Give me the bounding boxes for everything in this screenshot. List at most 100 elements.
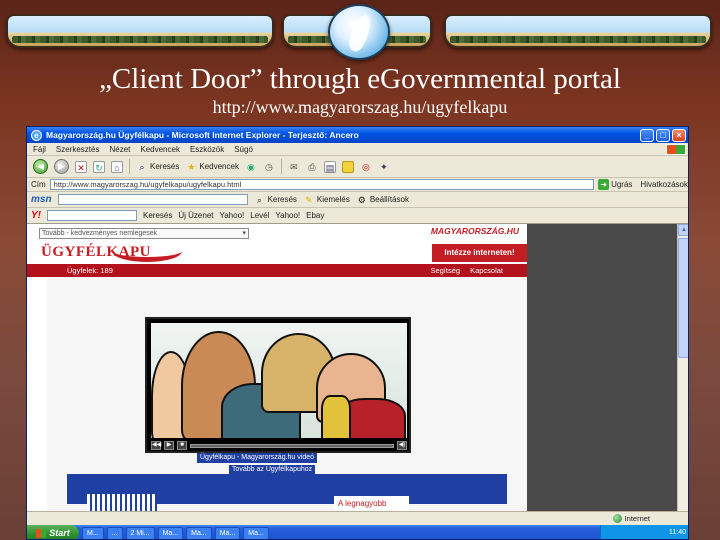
scroll-up-icon[interactable]: ▲ <box>678 224 688 236</box>
scroll-thumb[interactable] <box>678 238 688 358</box>
address-bar: Cím http://www.magyarorszag.hu/ugyfelkap… <box>27 178 688 192</box>
site-name[interactable]: MAGYARORSZÁG.HU <box>431 226 519 236</box>
emblem-icon <box>328 4 390 60</box>
yahoo-link[interactable]: Yahoo! <box>219 211 244 220</box>
search-button[interactable]: ⌕ Keresés <box>136 161 179 173</box>
taskbar-item[interactable]: Ma... <box>243 526 269 539</box>
globe-icon <box>612 514 622 523</box>
close-button[interactable]: × <box>672 128 686 142</box>
msn-highlight-button[interactable]: ✎ Kiemelés <box>303 194 350 206</box>
redbar-left: Ügyfelek: 189 <box>67 266 113 275</box>
media-icon[interactable]: ◉ <box>245 161 257 173</box>
stop-icon[interactable]: ✕ <box>75 160 87 173</box>
msn-search-button[interactable]: ⌕ Keresés <box>254 194 297 206</box>
msn-options-button[interactable]: ⚙ Beállítások <box>356 194 409 206</box>
ie-logo-icon: e <box>31 129 42 141</box>
system-tray-clock[interactable]: 11:40 <box>600 525 688 539</box>
logo-swoosh-icon <box>112 240 182 262</box>
minimize-button[interactable]: _ <box>640 128 654 142</box>
start-button[interactable]: Start <box>27 525 79 539</box>
volume-icon[interactable]: ◀) <box>397 441 407 450</box>
taskbar-item[interactable]: Ma... <box>186 526 212 539</box>
gear-icon: ⚙ <box>357 194 366 205</box>
back-icon[interactable]: ◀ <box>33 159 48 174</box>
vertical-scrollbar[interactable]: ▲ <box>677 224 688 511</box>
slide-banner <box>0 0 720 62</box>
msn-search-input[interactable] <box>57 194 248 205</box>
home-icon[interactable]: ⌂ <box>111 160 123 173</box>
windows-logo-icon <box>666 143 686 155</box>
edit-icon[interactable]: ▤ <box>323 160 336 173</box>
yahoo-search-input[interactable] <box>47 210 137 221</box>
news-box[interactable]: A legnagyobb <box>334 496 409 511</box>
start-label: Start <box>49 528 70 538</box>
banner-landscape-right <box>444 14 712 48</box>
print-icon[interactable]: ⎙ <box>306 161 318 173</box>
menu-file[interactable]: Fájl <box>33 145 46 154</box>
contact-link[interactable]: Kapcsolat <box>470 264 503 277</box>
highlight-icon: ✎ <box>305 194 313 205</box>
site-nav-bar: Ügyfelek: 189 Segítség Kapcsolat <box>27 264 527 277</box>
maximize-button[interactable]: □ <box>656 128 670 142</box>
page-margin <box>527 224 677 511</box>
messenger-icon[interactable]: ◎ <box>360 161 372 173</box>
search-icon: ⌕ <box>139 161 145 172</box>
cartoon-scene <box>151 323 407 438</box>
video-frame[interactable] <box>151 323 407 438</box>
menu-tools[interactable]: Eszközök <box>190 145 224 154</box>
history-icon[interactable]: ◷ <box>263 161 275 173</box>
windows-logo-icon <box>36 528 47 538</box>
title-bar[interactable]: e Magyarország.hu Ügyfélkapu - Microsoft… <box>27 127 688 143</box>
yahoo-link[interactable]: Levél <box>250 211 269 220</box>
video-link[interactable]: Ügyfélkapu - Magyarország.hu videó <box>197 453 318 463</box>
tovabb-select[interactable]: Tovább - kedvezményes nemlegesek <box>39 228 249 239</box>
favorites-button[interactable]: ★ Kedvencek <box>185 161 239 173</box>
taskbar-item[interactable]: ... <box>106 526 123 539</box>
yahoo-link[interactable]: Ebay <box>306 211 324 220</box>
taskbar-item[interactable]: M... <box>82 526 104 539</box>
menu-edit[interactable]: Szerkesztés <box>56 145 100 154</box>
address-label: Cím <box>31 180 46 189</box>
forward-icon[interactable]: ▶ <box>54 159 69 174</box>
msn-logo: msn <box>31 194 52 205</box>
browser-window: e Magyarország.hu Ügyfélkapu - Microsoft… <box>26 126 689 540</box>
video-controls: ◀◀ ▶ ■ ◀) <box>151 440 407 451</box>
stop-icon[interactable]: ■ <box>177 441 187 450</box>
taskbar-item[interactable]: 2 Mi... <box>125 526 155 539</box>
yahoo-link[interactable]: Új Üzenet <box>178 211 213 220</box>
menu-favorites[interactable]: Kedvencek <box>140 145 180 154</box>
notes-icon[interactable] <box>341 160 354 173</box>
status-bar: Internet <box>27 511 688 525</box>
refresh-icon[interactable]: ↻ <box>93 160 105 173</box>
go-button[interactable]: ➜ Ugrás <box>598 179 632 190</box>
zone-label: Internet <box>624 514 650 523</box>
menu-help[interactable]: Súgó <box>234 145 253 154</box>
bottom-tabs <box>87 494 157 511</box>
taskbar-item[interactable]: Ma... <box>214 526 241 539</box>
play-icon[interactable]: ▶ <box>164 441 174 450</box>
web-page: Tovább - kedvezményes nemlegesek ÜGYFÉLK… <box>27 224 527 511</box>
video-progress-bar[interactable] <box>190 443 394 448</box>
rewind-icon[interactable]: ◀◀ <box>151 441 161 450</box>
yahoo-logo[interactable]: Y! <box>31 210 41 221</box>
video-player[interactable]: ◀◀ ▶ ■ ◀) <box>145 317 411 453</box>
search-icon: ⌕ <box>257 194 263 205</box>
intezze-banner[interactable]: Intézze interneten! <box>432 244 527 262</box>
toolbar-separator <box>280 159 282 174</box>
go-label: Ugrás <box>611 180 633 189</box>
taskbar: Start M... ... 2 Mi... Ma... Ma... Ma...… <box>27 525 688 539</box>
banner-landscape-left <box>6 14 274 48</box>
links-label[interactable]: Hivatkozások <box>640 180 688 189</box>
msn-highlight-label: Kiemelés <box>316 195 350 204</box>
help-link[interactable]: Segítség <box>430 264 460 277</box>
menu-bar: Fájl Szerkesztés Nézet Kedvencek Eszközö… <box>27 143 688 156</box>
tool-icon[interactable]: ✦ <box>378 161 390 173</box>
yahoo-link[interactable]: Yahoo! <box>275 211 300 220</box>
go-arrow-icon: ➜ <box>598 179 610 190</box>
address-input[interactable]: http://www.magyarorszag.hu/ugyfelkapu/ug… <box>49 179 595 190</box>
taskbar-item[interactable]: Ma... <box>157 526 184 539</box>
mail-icon[interactable]: ✉ <box>288 161 300 173</box>
yahoo-search-button[interactable]: Keresés <box>143 211 172 220</box>
toolbar-separator <box>129 159 130 174</box>
menu-view[interactable]: Nézet <box>109 145 130 154</box>
